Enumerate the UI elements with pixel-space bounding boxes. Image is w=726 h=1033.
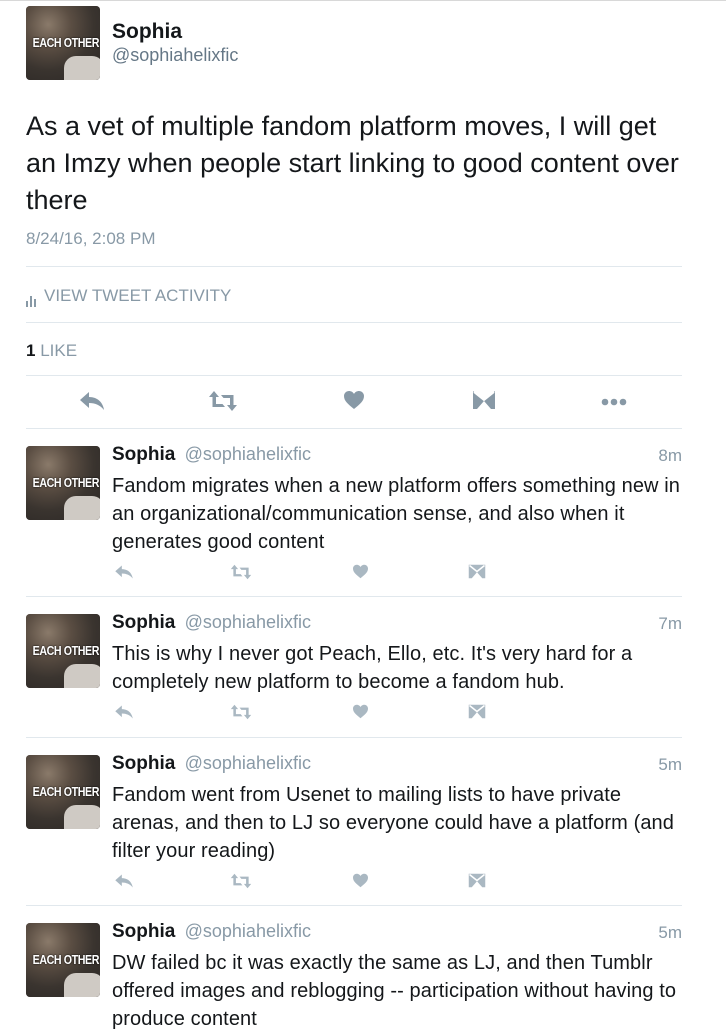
likes-count-link[interactable]: 1 LIKE (26, 341, 77, 361)
avatar[interactable]: EACH OTHER (26, 923, 100, 997)
avatar-caption: EACH OTHER (32, 952, 100, 967)
avatar-jersey (64, 805, 100, 829)
top-divider (0, 0, 726, 1)
reply-icon[interactable] (114, 873, 134, 889)
reply-header: Sophia @sophiahelixfic (112, 444, 311, 466)
divider (26, 737, 682, 738)
avatar[interactable]: EACH OTHER (26, 6, 100, 80)
reply-time: 5m (658, 755, 682, 774)
divider (26, 266, 682, 267)
avatar[interactable]: EACH OTHER (26, 446, 100, 520)
main-tweet-actions (0, 385, 726, 419)
avatar-jersey (64, 56, 100, 80)
heart-icon[interactable] (352, 873, 369, 888)
reply-header: Sophia @sophiahelixfic (112, 921, 311, 943)
view-tweet-activity-link[interactable]: VIEW TWEET ACTIVITY (26, 286, 231, 307)
retweet-icon[interactable] (230, 564, 252, 580)
direct-message-icon[interactable] (468, 873, 486, 888)
retweet-icon[interactable] (230, 704, 252, 720)
avatar-jersey (64, 496, 100, 520)
author-handle[interactable]: @sophiahelixfic (112, 45, 238, 66)
like-count: 1 (26, 341, 36, 360)
retweet-icon[interactable] (208, 390, 238, 412)
divider (26, 596, 682, 597)
activity-label: VIEW TWEET ACTIVITY (44, 286, 232, 305)
avatar-caption: EACH OTHER (32, 475, 100, 490)
author-name[interactable]: Sophia (112, 612, 175, 633)
avatar[interactable]: EACH OTHER (26, 755, 100, 829)
avatar-jersey (64, 664, 100, 688)
tweet-timestamp: 8/24/16, 2:08 PM (26, 229, 156, 248)
reply-time: 8m (658, 446, 682, 465)
reply-header: Sophia @sophiahelixfic (112, 612, 311, 634)
avatar-caption: EACH OTHER (32, 784, 100, 799)
reply-header: Sophia @sophiahelixfic (112, 753, 311, 775)
bar-chart-icon (26, 287, 38, 307)
avatar-caption: EACH OTHER (32, 35, 100, 50)
like-label: LIKE (40, 341, 78, 360)
reply-time: 7m (658, 614, 682, 633)
reply-icon[interactable] (114, 564, 134, 580)
author-handle[interactable]: @sophiahelixfic (185, 612, 311, 632)
reply-text: This is why I never got Peach, Ello, etc… (112, 643, 633, 693)
reply-text: DW failed bc it was exactly the same as … (112, 952, 677, 1030)
direct-message-icon[interactable] (468, 564, 486, 579)
more-icon[interactable] (601, 398, 627, 406)
author-handle[interactable]: @sophiahelixfic (185, 444, 311, 464)
author-name[interactable]: Sophia (112, 753, 175, 774)
tweet-text: As a vet of multiple fandom platform mov… (26, 111, 679, 215)
author-handle[interactable]: @sophiahelixfic (185, 753, 311, 773)
direct-message-icon[interactable] (468, 704, 486, 719)
reply-time: 5m (658, 923, 682, 942)
heart-icon[interactable] (352, 704, 369, 719)
avatar-jersey (64, 973, 100, 997)
avatar[interactable]: EACH OTHER (26, 614, 100, 688)
reply-icon[interactable] (114, 704, 134, 720)
author-name[interactable]: Sophia (112, 921, 175, 942)
reply-text: Fandom went from Usenet to mailing lists… (112, 784, 675, 862)
author-name[interactable]: Sophia (112, 20, 182, 44)
direct-message-icon[interactable] (472, 390, 496, 410)
reply-text: Fandom migrates when a new platform offe… (112, 475, 681, 553)
author-name[interactable]: Sophia (112, 444, 175, 465)
avatar-caption: EACH OTHER (32, 643, 100, 658)
reply-icon[interactable] (79, 390, 105, 412)
retweet-icon[interactable] (230, 873, 252, 889)
heart-icon[interactable] (343, 390, 365, 410)
divider (26, 375, 682, 376)
heart-icon[interactable] (352, 564, 369, 579)
divider (26, 428, 682, 429)
author-handle[interactable]: @sophiahelixfic (185, 921, 311, 941)
divider (26, 905, 682, 906)
divider (26, 322, 682, 323)
